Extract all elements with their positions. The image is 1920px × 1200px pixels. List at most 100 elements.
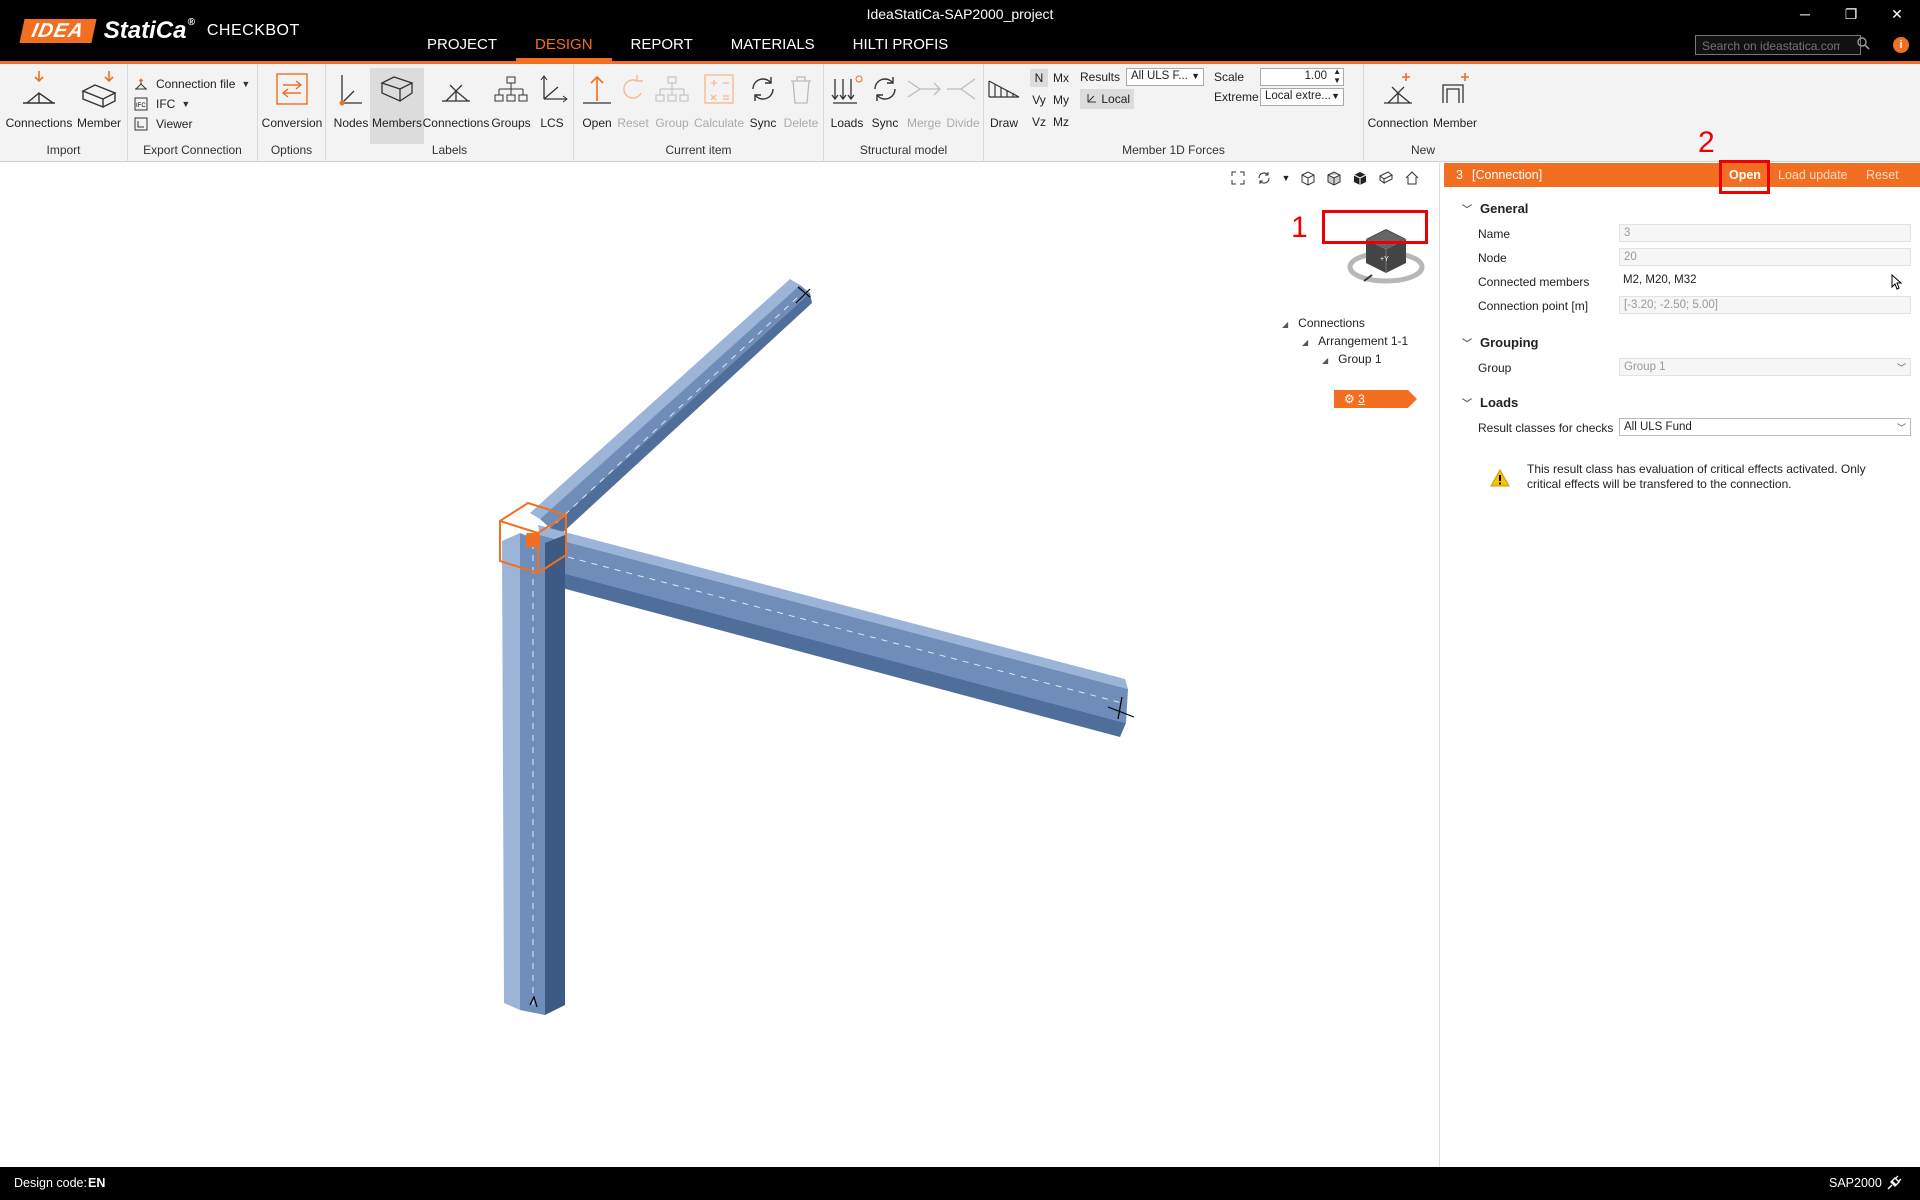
current-delete-button[interactable]: Delete (782, 68, 820, 140)
fit-view-icon[interactable] (1229, 169, 1247, 187)
labels-groups-button[interactable]: Groups (488, 68, 534, 140)
spinner-arrows-icon[interactable]: ▲ ▼ (1333, 69, 1341, 85)
structural-sync-button[interactable]: Sync (866, 68, 904, 140)
warning-icon (1490, 468, 1510, 490)
extreme-select[interactable]: Local extre... ▼ (1260, 88, 1344, 106)
results-select[interactable]: All ULS F... ▼ (1126, 68, 1204, 86)
minimize-button[interactable]: ─ (1782, 0, 1828, 30)
scale-spinner[interactable]: 1.00 ▲ ▼ (1260, 68, 1344, 86)
logo-idea-mark: IDEA (19, 18, 97, 43)
prop-result-classes-select[interactable]: All ULS Fund ﹀ (1619, 418, 1911, 436)
ribbon-group-label-current-item: Current item (665, 143, 732, 157)
structural-sync-label: Sync (871, 116, 899, 130)
section-general-header[interactable]: ﹀ General (1462, 201, 1528, 216)
tab-materials[interactable]: MATERIALS (712, 34, 834, 61)
chevron-down-icon[interactable]: ▼ (1281, 169, 1291, 187)
structural-model-render[interactable] (0, 163, 1440, 1167)
column-side-flange (545, 535, 565, 1015)
conversion-icon (272, 68, 312, 110)
tab-hilti-profis[interactable]: HILTI PROFIS (834, 34, 968, 61)
scale-value: 1.00 (1304, 70, 1327, 82)
tree-label-arrangement: Arrangement 1-1 (1318, 334, 1409, 348)
search-icon[interactable] (1857, 37, 1873, 53)
transparent-cube-icon[interactable] (1325, 169, 1343, 187)
local-toggle-label: Local (1101, 92, 1131, 106)
labels-groups-label: Groups (491, 116, 531, 130)
main-menu: PROJECT DESIGN REPORT MATERIALS HILTI PR… (408, 34, 967, 61)
force-vz-toggle[interactable]: Vz (1030, 113, 1048, 131)
force-vy-toggle[interactable]: Vy (1030, 91, 1048, 109)
tree-node-connection-selected[interactable]: ⚙ 3 (1334, 388, 1418, 410)
current-sync-button[interactable]: Sync (744, 68, 782, 140)
current-calculate-button[interactable]: Calculate (692, 68, 746, 140)
current-open-button[interactable]: Open (580, 68, 614, 140)
viewer-button[interactable]: Viewer (134, 115, 192, 133)
ribbon-group-label-import: Import (46, 143, 81, 157)
forces-draw-button[interactable]: Draw (986, 68, 1022, 140)
search-input[interactable] (1695, 35, 1861, 55)
force-mz-toggle[interactable]: Mz (1052, 113, 1070, 131)
labels-lcs-button[interactable]: LCS (534, 68, 570, 140)
connection-file-button[interactable]: Connection file ▼ (134, 75, 250, 93)
conversion-button[interactable]: Conversion (262, 68, 322, 140)
info-icon[interactable]: i (1893, 37, 1909, 53)
properties-panel: 3 [Connection] Open Load update Reset ﹀ G… (1444, 163, 1920, 1167)
solid-cube-icon[interactable] (1351, 169, 1369, 187)
local-toggle-button[interactable]: Local (1080, 89, 1134, 109)
merge-icon (904, 68, 944, 110)
ribbon-group-options: Conversion Options (258, 64, 326, 162)
chevron-down-icon: ﹀ (1462, 205, 1472, 216)
3d-viewport[interactable]: ▼ +Y ◢ Connections ◢ Arrangement 1-1 ◢ G… (0, 163, 1440, 1167)
tab-report[interactable]: REPORT (612, 34, 712, 61)
new-connection-button[interactable]: Connection (1366, 68, 1430, 140)
plug-link-icon[interactable] (1886, 1175, 1902, 1194)
import-connections-button[interactable]: Connections (6, 68, 72, 140)
current-group-button[interactable]: Group (652, 68, 692, 140)
home-view-icon[interactable] (1403, 169, 1421, 187)
section-view-icon[interactable] (1377, 169, 1395, 187)
tree-collapse-icon[interactable]: ◢ (1322, 356, 1328, 365)
annotation-step-2: 2 (1698, 126, 1715, 159)
import-connections-label: Connections (5, 116, 73, 130)
wireframe-cube-icon[interactable] (1299, 169, 1317, 187)
section-loads-header[interactable]: ﹀ Loads (1462, 395, 1518, 410)
force-n-toggle[interactable]: N (1030, 69, 1048, 87)
tab-design[interactable]: DESIGN (516, 34, 612, 61)
tree-collapse-icon[interactable]: ◢ (1282, 320, 1288, 329)
import-member-icon (79, 68, 119, 110)
tree-node-connections[interactable]: ◢ Connections (1282, 315, 1365, 331)
restore-button[interactable]: ❐ (1828, 0, 1874, 30)
rotate-view-icon[interactable] (1255, 169, 1273, 187)
tab-project[interactable]: PROJECT (408, 34, 516, 61)
ifc-button[interactable]: IFC IFC ▼ (134, 95, 190, 113)
force-my-toggle[interactable]: My (1052, 91, 1070, 109)
labels-nodes-button[interactable]: Nodes (330, 68, 372, 140)
structural-merge-button[interactable]: Merge (904, 68, 944, 140)
structural-loads-label: Loads (830, 116, 864, 130)
close-button[interactable]: ✕ (1874, 0, 1920, 30)
tree-collapse-icon[interactable]: ◢ (1302, 338, 1308, 347)
tree-node-group[interactable]: ◢ Group 1 (1322, 351, 1382, 367)
viewer-label: Viewer (156, 117, 193, 131)
nodes-icon (331, 68, 371, 110)
load-update-button[interactable]: Load update (1778, 163, 1848, 187)
labels-connections-button[interactable]: Connections (423, 68, 489, 140)
section-general-title: General (1480, 201, 1529, 216)
import-member-button[interactable]: Member (74, 68, 124, 140)
connections-icon (436, 68, 476, 110)
panel-reset-button[interactable]: Reset (1866, 163, 1899, 187)
new-connection-label: Connection (1367, 116, 1429, 130)
labels-members-button[interactable]: Members (370, 68, 424, 144)
tree-node-arrangement[interactable]: ◢ Arrangement 1-1 (1302, 333, 1408, 349)
tree-connection-badge[interactable]: ⚙ 3 (1334, 390, 1408, 408)
force-mx-toggle[interactable]: Mx (1052, 69, 1070, 87)
lower-beam-web (540, 535, 1128, 723)
group-icon (652, 68, 692, 110)
structural-loads-button[interactable]: Loads (828, 68, 866, 140)
new-member-button[interactable]: Member (1430, 68, 1480, 140)
section-grouping-header[interactable]: ﹀ Grouping (1462, 335, 1539, 350)
window-controls: ─ ❐ ✕ (1782, 0, 1920, 30)
labels-nodes-label: Nodes (333, 116, 369, 130)
structural-divide-button[interactable]: Divide (944, 68, 982, 140)
current-reset-button[interactable]: Reset (616, 68, 650, 140)
